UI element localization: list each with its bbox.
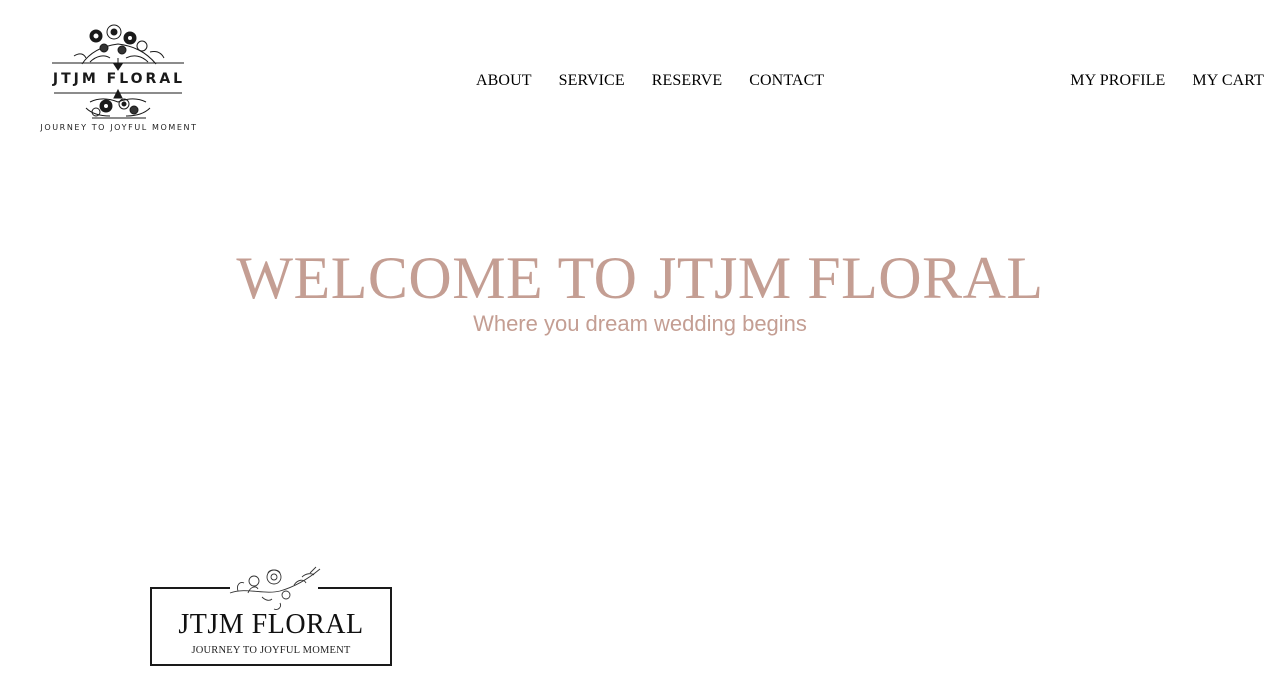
site-logo[interactable]: JTJM FLORAL JOURNEY TO JOYFUL MOMENT [30,22,208,134]
hero-title: WELCOME TO JTJM FLORAL [236,245,1044,311]
nav-about-link[interactable]: ABOUT [476,72,532,90]
brand-tagline: JOURNEY TO JOYFUL MOMENT [191,645,351,656]
nav-service-link[interactable]: SERVICE [559,72,625,90]
logo-title: JTJM FLORAL [52,71,186,87]
hero-subtitle: Where you dream wedding begins [473,311,807,336]
hero-section: WELCOME TO JTJM FLORAL Where you dream w… [0,240,1280,338]
nav-contact-link[interactable]: CONTACT [749,72,824,90]
my-profile-link[interactable]: MY PROFILE [1070,72,1165,90]
nav-reserve-link[interactable]: RESERVE [652,72,723,90]
brand-card: JTJM FLORAL JOURNEY TO JOYFUL MOMENT [150,565,392,666]
brand-name: JTJM FLORAL [178,609,364,640]
site-header: JTJM FLORAL JOURNEY TO JOYFUL MOMENT ABO… [0,0,1280,150]
logo-tagline: JOURNEY TO JOYFUL MOMENT [40,123,198,132]
account-nav: MY PROFILE MY CART [1070,72,1264,90]
my-cart-link[interactable]: MY CART [1192,72,1264,90]
floral-branch-icon [229,566,321,610]
main-nav: ABOUT SERVICE RESERVE CONTACT [476,72,824,90]
